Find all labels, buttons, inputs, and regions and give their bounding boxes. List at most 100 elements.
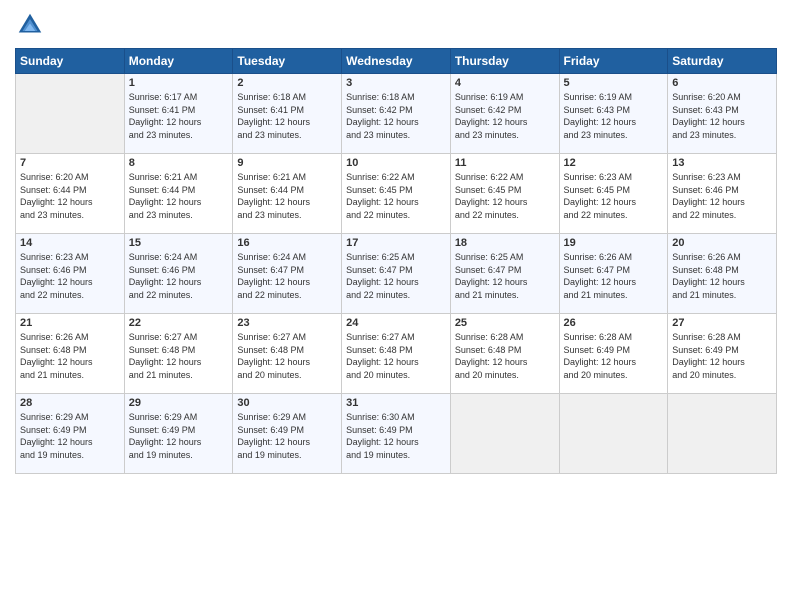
day-info: Sunrise: 6:18 AM Sunset: 6:41 PM Dayligh…	[237, 91, 337, 141]
day-info: Sunrise: 6:29 AM Sunset: 6:49 PM Dayligh…	[237, 411, 337, 461]
calendar-cell: 24 Sunrise: 6:27 AM Sunset: 6:48 PM Dayli…	[342, 314, 451, 394]
day-info: Sunrise: 6:26 AM Sunset: 6:47 PM Dayligh…	[564, 251, 664, 301]
calendar-cell: 1 Sunrise: 6:17 AM Sunset: 6:41 PM Daylig…	[124, 74, 233, 154]
calendar-cell	[450, 394, 559, 474]
day-number: 13	[672, 157, 772, 169]
calendar-cell: 5 Sunrise: 6:19 AM Sunset: 6:43 PM Daylig…	[559, 74, 668, 154]
day-number: 21	[20, 317, 120, 329]
day-number: 23	[237, 317, 337, 329]
calendar-cell: 13 Sunrise: 6:23 AM Sunset: 6:46 PM Dayli…	[668, 154, 777, 234]
calendar-cell: 26 Sunrise: 6:28 AM Sunset: 6:49 PM Dayli…	[559, 314, 668, 394]
calendar-cell: 11Sunrise: 6:22 AM Sunset: 6:45 PM Dayli…	[450, 154, 559, 234]
weekday-header-thursday: Thursday	[450, 49, 559, 74]
calendar-cell: 29 Sunrise: 6:29 AM Sunset: 6:49 PM Dayli…	[124, 394, 233, 474]
day-info: Sunrise: 6:22 AM Sunset: 6:45 PM Dayligh…	[346, 171, 446, 221]
day-number: 14	[20, 237, 120, 249]
day-info: Sunrise: 6:23 AM Sunset: 6:45 PM Dayligh…	[564, 171, 664, 221]
day-info: Sunrise: 6:21 AM Sunset: 6:44 PM Dayligh…	[237, 171, 337, 221]
day-info: Sunrise: 6:28 AM Sunset: 6:49 PM Dayligh…	[672, 331, 772, 381]
calendar-cell: 7Sunrise: 6:20 AM Sunset: 6:44 PM Daylig…	[16, 154, 125, 234]
weekday-header-friday: Friday	[559, 49, 668, 74]
day-number: 9	[237, 157, 337, 169]
day-number: 1	[129, 77, 229, 89]
day-number: 31	[346, 397, 446, 409]
day-info: Sunrise: 6:29 AM Sunset: 6:49 PM Dayligh…	[20, 411, 120, 461]
day-info: Sunrise: 6:28 AM Sunset: 6:48 PM Dayligh…	[455, 331, 555, 381]
calendar-cell: 22Sunrise: 6:27 AM Sunset: 6:48 PM Dayli…	[124, 314, 233, 394]
day-info: Sunrise: 6:20 AM Sunset: 6:43 PM Dayligh…	[672, 91, 772, 141]
week-row-1: 7Sunrise: 6:20 AM Sunset: 6:44 PM Daylig…	[16, 154, 777, 234]
calendar-cell: 30 Sunrise: 6:29 AM Sunset: 6:49 PM Dayli…	[233, 394, 342, 474]
day-info: Sunrise: 6:23 AM Sunset: 6:46 PM Dayligh…	[20, 251, 120, 301]
calendar-cell: 15 Sunrise: 6:24 AM Sunset: 6:46 PM Dayli…	[124, 234, 233, 314]
weekday-header-monday: Monday	[124, 49, 233, 74]
day-number: 18	[455, 237, 555, 249]
calendar-cell: 3Sunrise: 6:18 AM Sunset: 6:42 PM Daylig…	[342, 74, 451, 154]
day-number: 28	[20, 397, 120, 409]
day-number: 27	[672, 317, 772, 329]
week-row-4: 28 Sunrise: 6:29 AM Sunset: 6:49 PM Dayli…	[16, 394, 777, 474]
day-number: 20	[672, 237, 772, 249]
day-number: 10	[346, 157, 446, 169]
day-number: 17	[346, 237, 446, 249]
day-info: Sunrise: 6:22 AM Sunset: 6:45 PM Dayligh…	[455, 171, 555, 221]
day-info: Sunrise: 6:30 AM Sunset: 6:49 PM Dayligh…	[346, 411, 446, 461]
day-info: Sunrise: 6:27 AM Sunset: 6:48 PM Dayligh…	[346, 331, 446, 381]
day-info: Sunrise: 6:25 AM Sunset: 6:47 PM Dayligh…	[346, 251, 446, 301]
weekday-header-wednesday: Wednesday	[342, 49, 451, 74]
calendar-cell: 10 Sunrise: 6:22 AM Sunset: 6:45 PM Dayli…	[342, 154, 451, 234]
day-info: Sunrise: 6:26 AM Sunset: 6:48 PM Dayligh…	[20, 331, 120, 381]
day-info: Sunrise: 6:25 AM Sunset: 6:47 PM Dayligh…	[455, 251, 555, 301]
day-info: Sunrise: 6:27 AM Sunset: 6:48 PM Dayligh…	[237, 331, 337, 381]
calendar-cell: 31 Sunrise: 6:30 AM Sunset: 6:49 PM Dayli…	[342, 394, 451, 474]
calendar-cell: 12 Sunrise: 6:23 AM Sunset: 6:45 PM Dayli…	[559, 154, 668, 234]
week-row-3: 21 Sunrise: 6:26 AM Sunset: 6:48 PM Dayli…	[16, 314, 777, 394]
header	[15, 10, 777, 40]
day-info: Sunrise: 6:17 AM Sunset: 6:41 PM Dayligh…	[129, 91, 229, 141]
day-number: 26	[564, 317, 664, 329]
logo	[15, 10, 49, 40]
page: SundayMondayTuesdayWednesdayThursdayFrid…	[0, 0, 792, 612]
calendar-cell: 25 Sunrise: 6:28 AM Sunset: 6:48 PM Dayli…	[450, 314, 559, 394]
day-info: Sunrise: 6:29 AM Sunset: 6:49 PM Dayligh…	[129, 411, 229, 461]
calendar-cell: 18 Sunrise: 6:25 AM Sunset: 6:47 PM Dayli…	[450, 234, 559, 314]
day-info: Sunrise: 6:18 AM Sunset: 6:42 PM Dayligh…	[346, 91, 446, 141]
weekday-header-sunday: Sunday	[16, 49, 125, 74]
day-info: Sunrise: 6:21 AM Sunset: 6:44 PM Dayligh…	[129, 171, 229, 221]
day-info: Sunrise: 6:24 AM Sunset: 6:46 PM Dayligh…	[129, 251, 229, 301]
calendar-cell: 21 Sunrise: 6:26 AM Sunset: 6:48 PM Dayli…	[16, 314, 125, 394]
day-number: 29	[129, 397, 229, 409]
logo-icon	[15, 10, 45, 40]
day-number: 8	[129, 157, 229, 169]
calendar-cell: 20 Sunrise: 6:26 AM Sunset: 6:48 PM Dayli…	[668, 234, 777, 314]
calendar-cell: 2 Sunrise: 6:18 AM Sunset: 6:41 PM Daylig…	[233, 74, 342, 154]
day-number: 5	[564, 77, 664, 89]
day-number: 15	[129, 237, 229, 249]
day-info: Sunrise: 6:23 AM Sunset: 6:46 PM Dayligh…	[672, 171, 772, 221]
calendar-cell: 19 Sunrise: 6:26 AM Sunset: 6:47 PM Dayli…	[559, 234, 668, 314]
day-number: 4	[455, 77, 555, 89]
day-number: 24	[346, 317, 446, 329]
day-info: Sunrise: 6:26 AM Sunset: 6:48 PM Dayligh…	[672, 251, 772, 301]
weekday-header-tuesday: Tuesday	[233, 49, 342, 74]
calendar-cell: 23 Sunrise: 6:27 AM Sunset: 6:48 PM Dayli…	[233, 314, 342, 394]
calendar-cell	[559, 394, 668, 474]
day-number: 22	[129, 317, 229, 329]
day-number: 12	[564, 157, 664, 169]
day-number: 6	[672, 77, 772, 89]
day-info: Sunrise: 6:19 AM Sunset: 6:42 PM Dayligh…	[455, 91, 555, 141]
day-number: 30	[237, 397, 337, 409]
day-info: Sunrise: 6:19 AM Sunset: 6:43 PM Dayligh…	[564, 91, 664, 141]
calendar-cell	[668, 394, 777, 474]
calendar-cell: 27 Sunrise: 6:28 AM Sunset: 6:49 PM Dayli…	[668, 314, 777, 394]
calendar-cell: 28 Sunrise: 6:29 AM Sunset: 6:49 PM Dayli…	[16, 394, 125, 474]
weekday-header-row: SundayMondayTuesdayWednesdayThursdayFrid…	[16, 49, 777, 74]
day-number: 2	[237, 77, 337, 89]
calendar-cell: 8 Sunrise: 6:21 AM Sunset: 6:44 PM Daylig…	[124, 154, 233, 234]
day-info: Sunrise: 6:28 AM Sunset: 6:49 PM Dayligh…	[564, 331, 664, 381]
day-number: 19	[564, 237, 664, 249]
day-number: 16	[237, 237, 337, 249]
calendar-cell: 14 Sunrise: 6:23 AM Sunset: 6:46 PM Dayli…	[16, 234, 125, 314]
day-info: Sunrise: 6:24 AM Sunset: 6:47 PM Dayligh…	[237, 251, 337, 301]
day-number: 25	[455, 317, 555, 329]
